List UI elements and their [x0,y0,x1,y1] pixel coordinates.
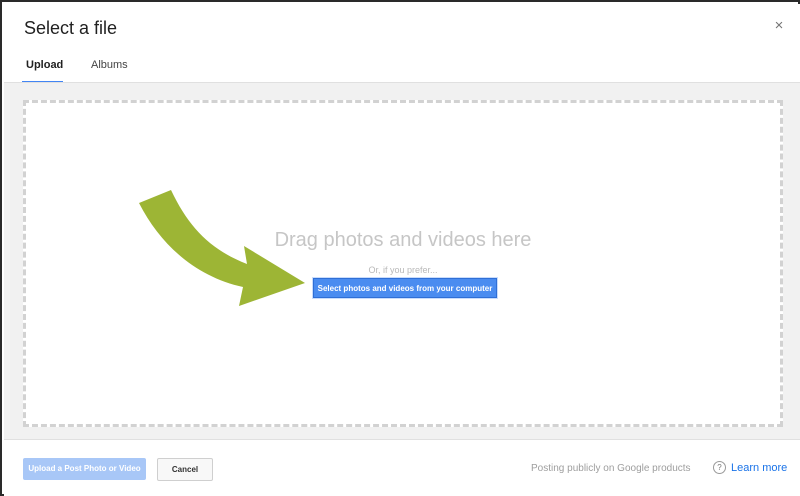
green-arrow-icon [139,190,305,306]
upload-post-button[interactable]: Upload a Post Photo or Video [23,458,146,480]
screenshot-frame: Select a file × Upload Albums Drag photo… [0,0,800,496]
help-icon[interactable]: ? [713,461,726,474]
select-file-dialog: Select a file × Upload Albums Drag photo… [4,4,800,496]
arrow-shape [139,190,305,306]
cancel-button[interactable]: Cancel [157,458,213,481]
dialog-footer: Upload a Post Photo or Video Cancel Post… [4,440,800,496]
dialog-title: Select a file [24,18,118,38]
posting-notice: Posting publicly on Google products [531,463,691,474]
tab-upload[interactable]: Upload [26,59,63,71]
close-icon[interactable]: × [772,18,786,33]
learn-more-link[interactable]: Learn more [731,462,787,474]
tab-bar: Upload Albums [4,52,800,83]
select-from-computer-button[interactable]: Select photos and videos from your compu… [313,278,497,298]
tab-albums[interactable]: Albums [91,59,128,71]
upload-panel: Drag photos and videos here Or, if you p… [4,82,800,440]
